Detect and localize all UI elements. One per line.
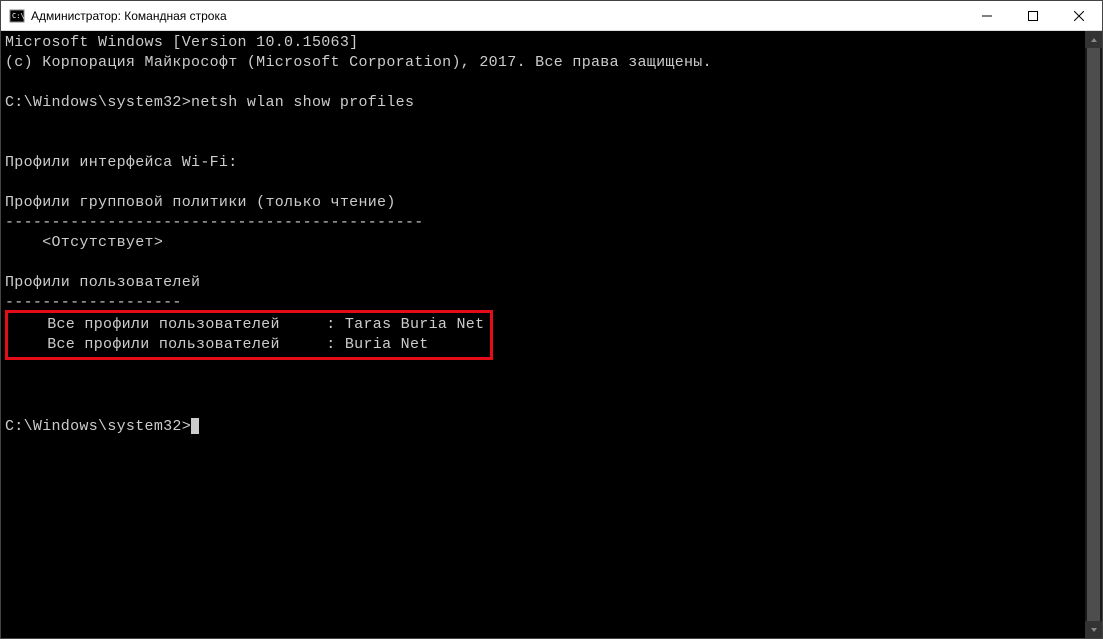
window-controls: [964, 1, 1102, 30]
vertical-scrollbar[interactable]: [1085, 31, 1102, 638]
separator: -------------------: [5, 294, 182, 311]
window-title: Администратор: Командная строка: [31, 9, 964, 23]
profile-row: Все профили пользователей : Taras Buria …: [10, 316, 484, 333]
scrollbar-track[interactable]: [1085, 48, 1102, 621]
command-prompt-window: C:\ Администратор: Командная строка Micr…: [0, 0, 1103, 639]
prompt: C:\Windows\system32>: [5, 94, 191, 111]
version-line: Microsoft Windows [Version 10.0.15063]: [5, 34, 358, 51]
command-text: netsh wlan show profiles: [191, 94, 414, 111]
terminal-output[interactable]: Microsoft Windows [Version 10.0.15063] (…: [1, 31, 1085, 638]
absent-text: <Отсутствует>: [5, 234, 163, 251]
svg-text:C:\: C:\: [12, 12, 25, 20]
highlighted-profiles: Все профили пользователей : Taras Buria …: [5, 310, 493, 360]
cursor: [191, 418, 199, 434]
minimize-button[interactable]: [964, 1, 1010, 30]
section-header: Профили интерфейса Wi-Fi:: [5, 154, 238, 171]
scroll-down-button[interactable]: [1085, 621, 1102, 638]
cmd-icon: C:\: [9, 8, 25, 24]
client-area: Microsoft Windows [Version 10.0.15063] (…: [1, 31, 1102, 638]
scroll-up-button[interactable]: [1085, 31, 1102, 48]
section-header: Профили групповой политики (только чтени…: [5, 194, 396, 211]
scrollbar-thumb[interactable]: [1087, 48, 1100, 621]
copyright-line: (c) Корпорация Майкрософт (Microsoft Cor…: [5, 54, 712, 71]
section-header: Профили пользователей: [5, 274, 200, 291]
maximize-button[interactable]: [1010, 1, 1056, 30]
profile-row: Все профили пользователей : Buria Net: [10, 336, 429, 353]
prompt: C:\Windows\system32>: [5, 418, 191, 435]
separator: ----------------------------------------…: [5, 214, 424, 231]
close-button[interactable]: [1056, 1, 1102, 30]
titlebar[interactable]: C:\ Администратор: Командная строка: [1, 1, 1102, 31]
